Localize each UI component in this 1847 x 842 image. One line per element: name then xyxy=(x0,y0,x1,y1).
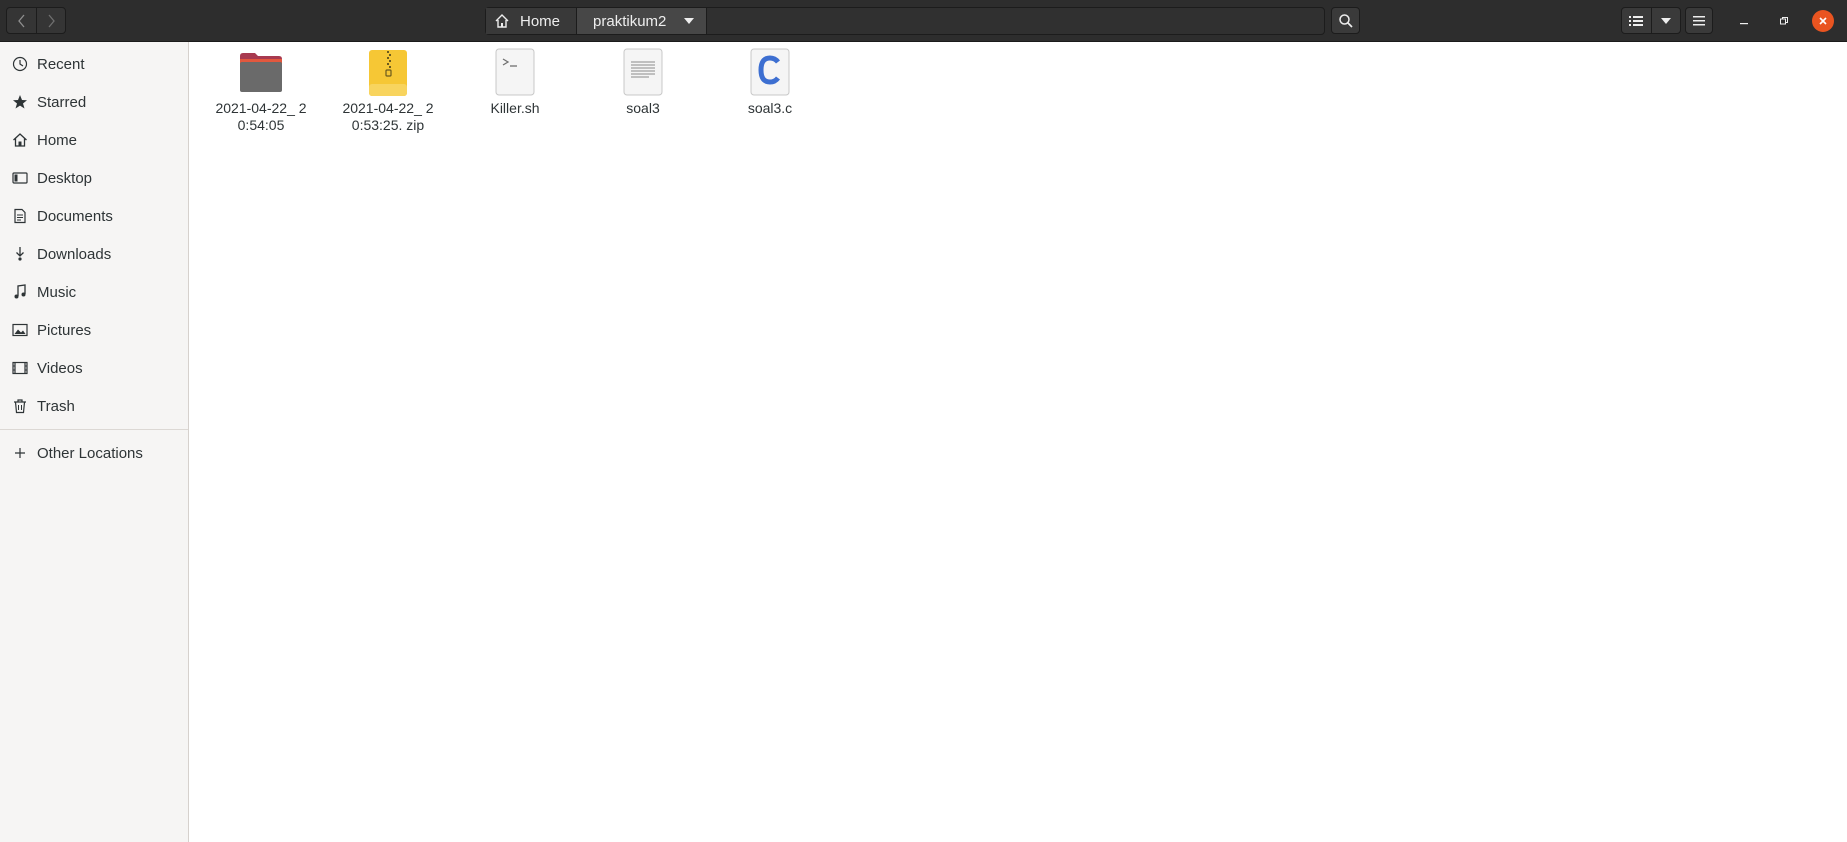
list-view-button[interactable] xyxy=(1622,8,1651,33)
chevron-left-icon xyxy=(17,14,24,27)
sidebar-item-music[interactable]: Music xyxy=(0,273,188,311)
path-bar: Home praktikum2 xyxy=(485,7,1325,35)
sidebar-item-label: Home xyxy=(37,131,78,149)
sidebar-item-label: Trash xyxy=(37,397,75,415)
sidebar-item-pictures[interactable]: Pictures xyxy=(0,311,188,349)
sidebar-item-label: Videos xyxy=(37,359,83,377)
file-item-c-source[interactable]: soal3.c xyxy=(715,48,825,117)
hamburger-menu-icon xyxy=(1693,15,1705,25)
download-icon xyxy=(12,246,28,262)
view-options xyxy=(1621,7,1681,34)
navigation-buttons xyxy=(6,7,66,34)
trash-icon xyxy=(12,398,28,414)
sidebar-item-home[interactable]: Home xyxy=(0,121,188,159)
music-icon xyxy=(12,284,28,300)
file-name: soal3.c xyxy=(747,100,793,116)
sidebar-item-videos[interactable]: Videos xyxy=(0,349,188,387)
minimize-icon xyxy=(1740,23,1748,25)
search-button[interactable] xyxy=(1331,7,1360,34)
close-icon xyxy=(1819,17,1827,25)
sidebar-item-label: Music xyxy=(37,283,77,301)
file-item-folder[interactable]: 2021-04-22_ 20:54:05 xyxy=(206,48,316,134)
desktop-icon xyxy=(12,170,28,186)
sidebar-item-other-locations[interactable]: Other Locations xyxy=(0,434,188,472)
file-name: 2021-04-22_ 20:53:25. zip xyxy=(342,100,434,133)
picture-icon xyxy=(12,322,28,338)
view-dropdown-button[interactable] xyxy=(1650,8,1680,33)
star-icon xyxy=(12,94,28,110)
zip-archive-icon xyxy=(364,48,412,96)
sidebar-item-label: Recent xyxy=(37,55,85,73)
main-menu-button[interactable] xyxy=(1685,7,1713,34)
sidebar-item-label: Downloads xyxy=(37,245,112,263)
breadcrumb-home-label: Home xyxy=(520,12,561,30)
plus-icon xyxy=(12,445,28,461)
sidebar-item-starred[interactable]: Starred xyxy=(0,83,188,121)
sidebar-item-documents[interactable]: Documents xyxy=(0,197,188,235)
file-item-text[interactable]: soal3 xyxy=(588,48,698,117)
file-item-zip[interactable]: 2021-04-22_ 20:53:25. zip xyxy=(333,48,443,134)
file-view: 2021-04-22_ 20:54:05 2021-04-22_ 20:53:2… xyxy=(190,42,1847,842)
shell-script-icon xyxy=(491,48,539,96)
breadcrumb-home[interactable]: Home xyxy=(486,8,578,34)
sidebar-item-downloads[interactable]: Downloads xyxy=(0,235,188,273)
restore-icon xyxy=(1780,17,1788,25)
forward-button[interactable] xyxy=(36,8,65,33)
chevron-right-icon xyxy=(48,14,55,27)
clock-icon xyxy=(12,56,28,72)
breadcrumb-current[interactable]: praktikum2 xyxy=(577,8,708,34)
document-icon xyxy=(12,208,28,224)
file-name: Killer.sh xyxy=(490,100,540,116)
file-item-script[interactable]: Killer.sh xyxy=(460,48,570,117)
video-icon xyxy=(12,360,28,376)
sidebar-item-label: Pictures xyxy=(37,321,92,339)
text-file-icon xyxy=(619,48,667,96)
home-icon xyxy=(12,132,28,148)
header-bar: Home praktikum2 xyxy=(0,0,1847,42)
sidebar-item-label: Other Locations xyxy=(37,444,143,462)
folder-icon xyxy=(237,48,285,96)
minimize-button[interactable] xyxy=(1733,10,1755,32)
sidebar-item-trash[interactable]: Trash xyxy=(0,387,188,425)
breadcrumb-current-label: praktikum2 xyxy=(593,12,667,30)
close-button[interactable] xyxy=(1812,10,1834,32)
sidebar-item-desktop[interactable]: Desktop xyxy=(0,159,188,197)
file-name: soal3 xyxy=(626,100,660,116)
sidebar-item-label: Documents xyxy=(37,207,113,225)
restore-button[interactable] xyxy=(1773,10,1795,32)
sidebar-item-label: Starred xyxy=(37,93,87,111)
sidebar: Recent Starred Home Desktop Documents Do… xyxy=(0,42,189,842)
back-button[interactable] xyxy=(7,8,36,33)
dropdown-arrow-icon xyxy=(684,18,695,24)
chevron-down-icon xyxy=(1660,17,1671,24)
sidebar-item-label: Desktop xyxy=(37,169,93,187)
sidebar-separator xyxy=(0,429,188,430)
file-name: 2021-04-22_ 20:54:05 xyxy=(215,100,307,133)
search-icon xyxy=(1338,13,1353,28)
home-icon xyxy=(495,14,509,28)
sidebar-item-recent[interactable]: Recent xyxy=(0,45,188,83)
list-view-icon xyxy=(1629,15,1644,26)
c-source-icon xyxy=(746,48,794,96)
